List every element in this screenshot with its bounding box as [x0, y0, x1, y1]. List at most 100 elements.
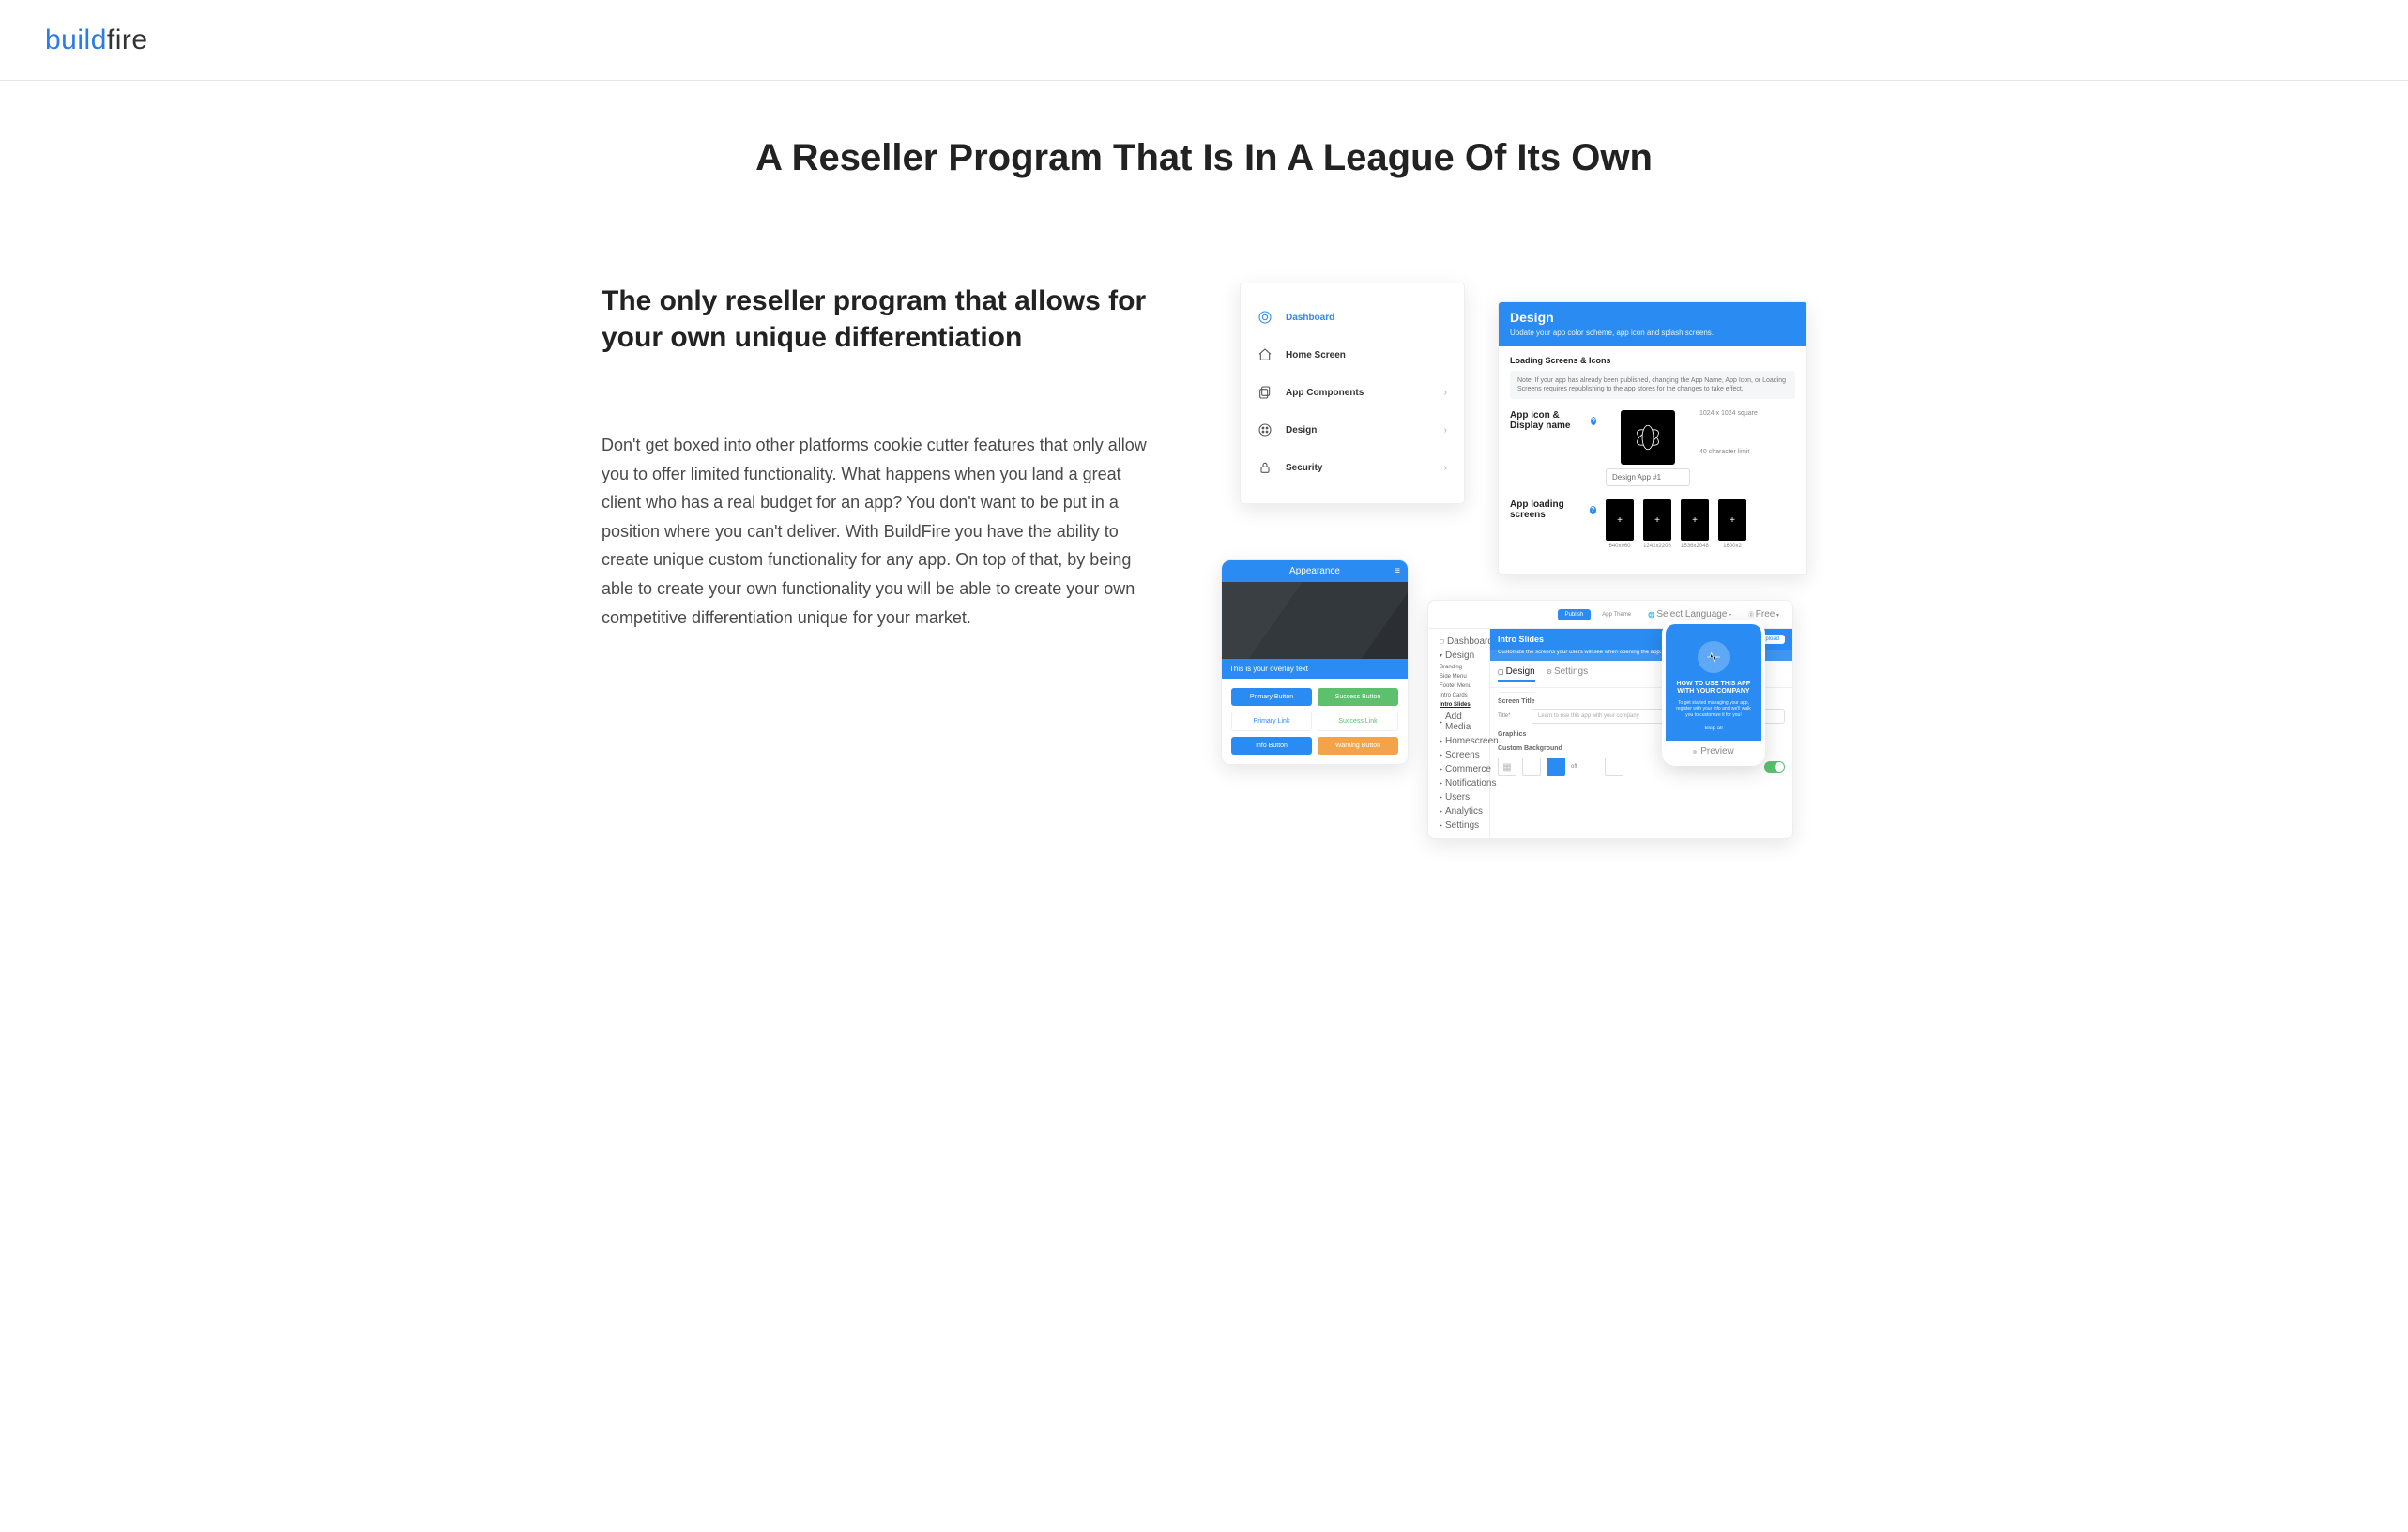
primary-button[interactable]: Primary Button	[1231, 688, 1312, 706]
app-icon-preview[interactable]	[1621, 410, 1675, 465]
chevron-right-icon: ›	[1444, 425, 1447, 436]
graphic-slot-selected[interactable]	[1547, 758, 1565, 776]
nav-label: App Components	[1286, 388, 1364, 398]
thumb[interactable]: +1600x2	[1718, 499, 1746, 549]
home-icon	[1257, 347, 1273, 362]
mini-footer: Preview	[1666, 741, 1761, 762]
row-label-text: App icon & Display name	[1510, 410, 1587, 431]
nav-item-components[interactable]: App Components ›	[1257, 374, 1447, 411]
phone-button-grid: Primary Button Success Button Primary Li…	[1222, 679, 1408, 764]
side-label: Screens	[1445, 750, 1480, 760]
side-dashboard[interactable]: ◻ Dashboard	[1434, 635, 1484, 649]
info-button[interactable]: Info Button	[1231, 737, 1312, 755]
nav-item-dashboard[interactable]: Dashboard	[1257, 299, 1447, 336]
side-settings[interactable]: ▸ Settings	[1434, 819, 1484, 833]
text-column: The only reseller program that allows fo…	[602, 283, 1202, 808]
side-sub[interactable]: Branding	[1434, 663, 1484, 672]
page-title: A Reseller Program That Is In A League O…	[602, 137, 1806, 179]
toggle-switch[interactable]	[1764, 761, 1785, 773]
side-addmedia[interactable]: ▸ Add Media	[1434, 710, 1484, 734]
phone-title: Appearance	[1289, 566, 1340, 576]
lang-label: Select Language	[1656, 609, 1727, 620]
brand-part1: build	[45, 24, 107, 55]
phone-titlebar: Appearance ≡	[1222, 560, 1408, 582]
illustration-cluster: Dashboard Home Screen App Components › D…	[1240, 283, 1806, 808]
page: A Reseller Program That Is In A League O…	[556, 81, 1852, 846]
thumb[interactable]: +1242x2208	[1643, 499, 1671, 549]
side-label: Analytics	[1445, 806, 1483, 817]
phone-hero-image	[1222, 582, 1408, 659]
mini-content: HOW TO USE THIS APP WITH YOUR COMPANY To…	[1666, 624, 1761, 741]
thumb[interactable]: +1536x2048	[1681, 499, 1709, 549]
mock-design-panel: Design Update your app color scheme, app…	[1498, 301, 1807, 574]
off-label: off	[1571, 764, 1599, 770]
plan-label: Free	[1756, 609, 1776, 620]
panel-header: Design Update your app color scheme, app…	[1499, 302, 1806, 346]
mock-sidebar-card: Dashboard Home Screen App Components › D…	[1240, 283, 1465, 504]
atom-icon	[1632, 421, 1664, 453]
nav-label: Design	[1286, 425, 1317, 436]
help-icon[interactable]: ?	[1590, 506, 1596, 514]
dashboard-icon	[1257, 310, 1273, 325]
side-sub[interactable]: Footer Menu	[1434, 682, 1484, 691]
graphic-slot[interactable]: ▦	[1498, 758, 1516, 776]
success-link[interactable]: Success Link	[1318, 712, 1398, 731]
row-label-text: App loading screens	[1510, 499, 1586, 520]
theme-chip[interactable]: App Theme	[1596, 609, 1637, 620]
side-notif[interactable]: ▸ Notifications	[1434, 776, 1484, 790]
side-label: Commerce	[1445, 764, 1491, 774]
site-header: buildfire	[0, 0, 2408, 81]
dot-icon	[1693, 750, 1697, 754]
primary-link[interactable]: Primary Link	[1231, 712, 1312, 731]
publish-button[interactable]: Publish	[1558, 609, 1592, 620]
mock-mini-phone: HOW TO USE THIS APP WITH YOUR COMPANY To…	[1662, 620, 1765, 766]
side-sub[interactable]: Intro Cards	[1434, 691, 1484, 700]
graphic-slot[interactable]	[1522, 758, 1541, 776]
dash-sidebar: ◻ Dashboard ▾ Design Branding Side Menu …	[1428, 629, 1490, 838]
loading-screen-thumbs: +640x960 +1242x2208 +1536x2048 +1600x2	[1606, 499, 1746, 549]
row-label: App loading screens ?	[1510, 499, 1596, 520]
pulse-icon	[1705, 649, 1722, 666]
nav-item-design[interactable]: Design ›	[1257, 411, 1447, 449]
brand-logo[interactable]: buildfire	[45, 24, 148, 56]
thumb-caption: 1600x2	[1718, 544, 1746, 549]
success-button[interactable]: Success Button	[1318, 688, 1398, 706]
thumb-caption: 1536x2048	[1681, 544, 1709, 549]
side-label: Design	[1445, 651, 1474, 661]
lock-icon	[1257, 460, 1273, 475]
side-commerce[interactable]: ▸ Commerce	[1434, 762, 1484, 776]
section-subheading: The only reseller program that allows fo…	[602, 283, 1202, 356]
char-limit-note: 40 character limit	[1699, 449, 1758, 455]
side-sub[interactable]: Side Menu	[1434, 672, 1484, 682]
chevron-right-icon: ›	[1444, 463, 1447, 473]
panel-title: Design	[1510, 310, 1795, 325]
side-analytics[interactable]: ▸ Analytics	[1434, 804, 1484, 819]
mini-skip-link[interactable]: Skip all	[1673, 726, 1754, 731]
nav-label: Dashboard	[1286, 313, 1334, 323]
side-design[interactable]: ▾ Design	[1434, 649, 1484, 663]
warning-button[interactable]: Warning Button	[1318, 737, 1398, 755]
side-sub-selected[interactable]: Intro Slides	[1434, 700, 1484, 710]
brand-part2: fire	[107, 24, 148, 55]
side-screens[interactable]: ▸ Screens	[1434, 748, 1484, 762]
thumb[interactable]: +640x960	[1606, 499, 1634, 549]
nav-item-home[interactable]: Home Screen	[1257, 336, 1447, 374]
mini-icon-circle	[1698, 641, 1730, 673]
dash-hero-title: Intro Slides	[1498, 635, 1544, 644]
row-loading-screens: App loading screens ? +640x960 +1242x220…	[1510, 499, 1795, 549]
display-name-input[interactable]: Design App #1	[1606, 468, 1690, 486]
side-label: Users	[1445, 792, 1470, 803]
tab-settings[interactable]: ⚙ Settings	[1547, 666, 1588, 682]
hamburger-icon[interactable]: ≡	[1395, 566, 1400, 576]
tab-design[interactable]: ▢ Design	[1498, 666, 1535, 682]
row-label: App icon & Display name ?	[1510, 410, 1596, 431]
tab-label: Settings	[1554, 666, 1588, 677]
side-home[interactable]: ▸ Homescreen	[1434, 734, 1484, 748]
two-column-layout: The only reseller program that allows fo…	[602, 283, 1806, 808]
phone-overlay-text: This is your overlay text	[1222, 659, 1408, 679]
nav-item-security[interactable]: Security ›	[1257, 449, 1447, 486]
help-icon[interactable]: ?	[1591, 417, 1596, 425]
graphic-slot[interactable]	[1605, 758, 1623, 776]
title-label: Title*	[1498, 713, 1526, 719]
side-users[interactable]: ▸ Users	[1434, 790, 1484, 804]
